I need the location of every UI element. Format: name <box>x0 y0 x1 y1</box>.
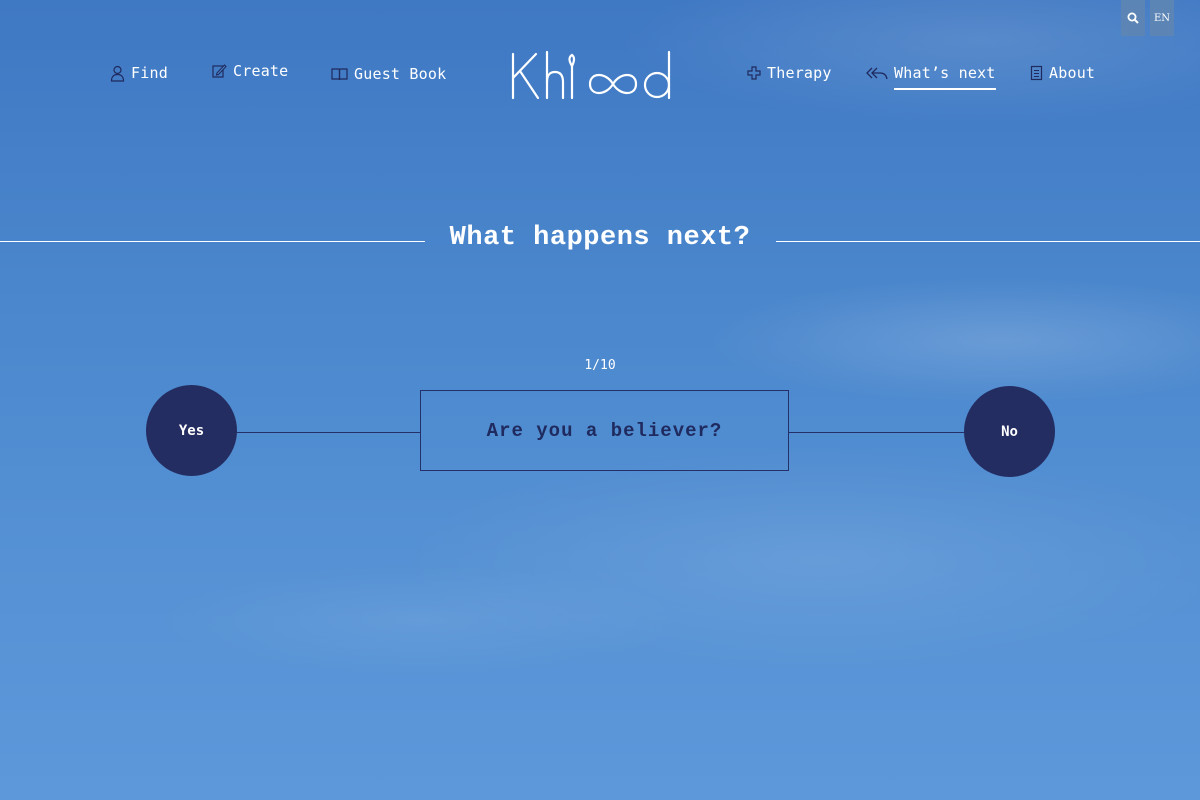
no-button[interactable]: No <box>964 386 1055 477</box>
main-navigation: Find Create Guest Book Therapy What’s ne… <box>0 0 1200 130</box>
section-heading: What happens next? <box>0 218 1200 262</box>
nav-therapy[interactable]: Therapy <box>747 64 832 82</box>
book-icon <box>331 68 348 81</box>
nav-guest-book-label: Guest Book <box>354 65 447 83</box>
person-icon <box>110 65 125 82</box>
plus-icon <box>747 66 761 80</box>
nav-whats-next-label: What’s next <box>894 64 996 90</box>
nav-find-label: Find <box>131 64 168 82</box>
page-title: What happens next? <box>449 223 751 253</box>
nav-about-label: About <box>1049 64 1096 82</box>
logo-wordmark <box>511 50 671 100</box>
edit-icon <box>212 64 227 78</box>
question-text: Are you a believer? <box>486 419 723 442</box>
question-counter: 1/10 <box>584 358 616 373</box>
site-logo[interactable] <box>510 48 680 104</box>
nav-whats-next[interactable]: What’s next <box>866 56 996 90</box>
nav-therapy-label: Therapy <box>767 64 832 82</box>
reply-all-icon <box>866 67 888 80</box>
nav-find[interactable]: Find <box>110 64 168 82</box>
no-connector-line <box>788 432 965 433</box>
nav-about[interactable]: About <box>1030 64 1095 82</box>
yes-button[interactable]: Yes <box>146 385 237 476</box>
document-icon <box>1030 65 1043 81</box>
question-card: Are you a believer? <box>420 390 789 471</box>
yes-connector-line <box>236 432 420 433</box>
nav-guest-book[interactable]: Guest Book <box>331 65 446 83</box>
nav-create-label: Create <box>233 62 289 80</box>
nav-create[interactable]: Create <box>212 62 288 80</box>
no-button-label: No <box>1001 423 1018 440</box>
yes-button-label: Yes <box>178 422 205 439</box>
